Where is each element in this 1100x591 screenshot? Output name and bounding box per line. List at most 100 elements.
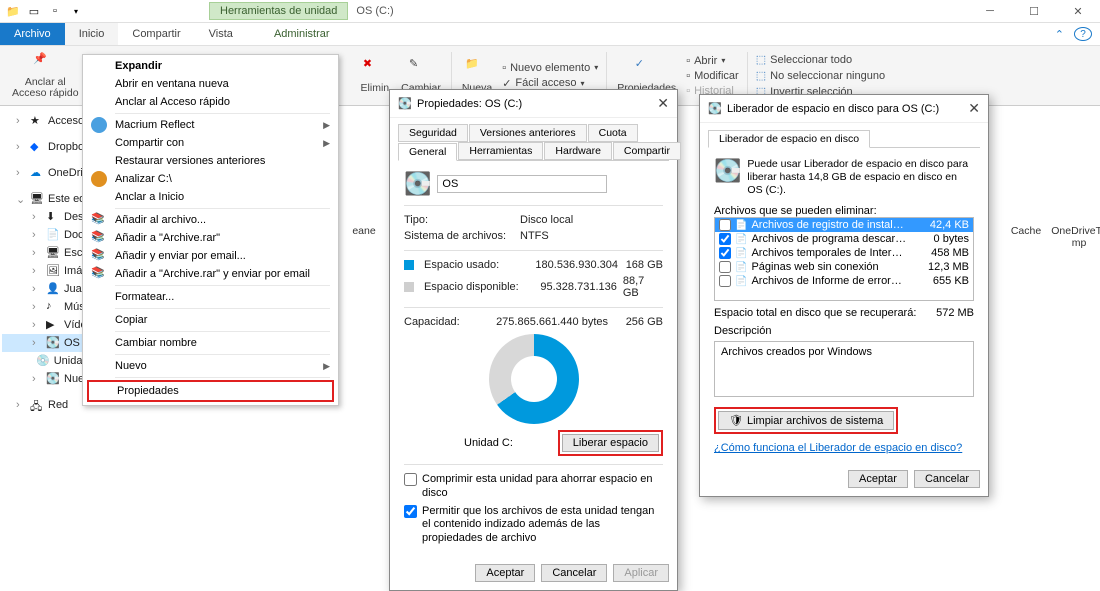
titlebar: 📁 ▭ ▫ ▾ Herramientas de unidad OS (C:) ─… (0, 0, 1100, 23)
help-icon[interactable]: ? (1074, 27, 1092, 41)
cleanup-list[interactable]: 📄Archivos de registro de instalación42,4… (714, 217, 974, 301)
cancel-button[interactable]: Cancelar (541, 564, 607, 582)
properties-icon[interactable]: ▭ (25, 2, 43, 20)
ctx-pin-quick[interactable]: Anclar al Acceso rápido (83, 93, 338, 111)
tab-general[interactable]: General (398, 143, 457, 161)
ctx-new[interactable]: Nuevo▶ (83, 357, 338, 375)
pin-button[interactable]: 📌 Anclar al Acceso rápido (12, 52, 79, 99)
ctx-expand[interactable]: Expandir (83, 57, 338, 75)
edit-button[interactable]: ▫Modificar (682, 69, 743, 83)
ctx-add-archive-rar[interactable]: 📚Añadir a "Archive.rar" (83, 229, 338, 247)
new-item-button[interactable]: ▫Nuevo elemento▾ (498, 61, 602, 75)
ctx-scan[interactable]: Analizar C:\ (83, 170, 338, 188)
disk-cleanup-dialog: 💽 Liberador de espacio en disco para OS … (699, 94, 989, 497)
ctx-rename[interactable]: Cambiar nombre (83, 334, 338, 352)
tab-cleanup[interactable]: Liberador de espacio en disco (708, 130, 870, 148)
ctx-copy[interactable]: Copiar (83, 311, 338, 329)
item-size: 12,3 MB (928, 261, 969, 273)
ok-button[interactable]: Aceptar (475, 564, 535, 582)
item-checkbox[interactable] (719, 247, 731, 259)
item-checkbox[interactable] (719, 233, 731, 245)
desktop-icon: 🖥 (46, 246, 60, 260)
item-checkbox[interactable] (719, 219, 731, 231)
tab-tools[interactable]: Herramientas (458, 142, 543, 160)
ctx-properties[interactable]: Propiedades (87, 380, 334, 402)
ok-button[interactable]: Aceptar (848, 470, 908, 488)
item-checkbox[interactable] (719, 275, 731, 287)
compress-checkbox[interactable]: Comprimir esta unidad para ahorrar espac… (404, 471, 663, 503)
desc-box: Archivos creados por Windows (714, 341, 974, 397)
new-item-icon: ▫ (502, 62, 506, 74)
ribbon-collapse-icon[interactable]: ⌃ (1047, 23, 1072, 45)
rar-icon: 📚 (91, 230, 107, 246)
item-label: Archivos de registro de instalación (751, 219, 906, 231)
close-button[interactable]: ✕ (1056, 0, 1100, 23)
ctx-add-email[interactable]: 📚Añadir y enviar por email... (83, 247, 338, 265)
properties-titlebar[interactable]: 💽 Propiedades: OS (C:) ✕ (390, 90, 677, 118)
ctx-open-new-window[interactable]: Abrir en ventana nueva (83, 75, 338, 93)
open-button[interactable]: ▫Abrir▾ (682, 54, 743, 68)
delete-button[interactable]: ✖Elimin (361, 57, 390, 94)
pin-label: Anclar al Acceso rápido (12, 77, 79, 99)
star-icon: ★ (30, 114, 44, 128)
help-link[interactable]: ¿Cómo funciona el Liberador de espacio e… (714, 442, 962, 454)
tab-quota[interactable]: Cuota (588, 124, 638, 142)
cleanup-icon: 💽 (708, 102, 722, 116)
select-all-icon: ⬚ (756, 53, 766, 66)
rename-icon: ✎ (409, 57, 433, 81)
ctx-format[interactable]: Formatear... (83, 288, 338, 306)
item-label: Archivos de Informe de errores de Win... (751, 275, 906, 287)
item-checkbox[interactable] (719, 261, 731, 273)
macrium-icon (91, 117, 107, 133)
index-checkbox[interactable]: Permitir que los archivos de esta unidad… (404, 503, 663, 548)
new-folder-icon: 📁 (465, 57, 489, 81)
tab-file[interactable]: Archivo (0, 23, 65, 45)
ctx-macrium[interactable]: Macrium Reflect▶ (83, 116, 338, 134)
tab-share[interactable]: Compartir (613, 142, 681, 160)
ctx-share-with[interactable]: Compartir con▶ (83, 134, 338, 152)
tab-prev[interactable]: Versiones anteriores (469, 124, 587, 142)
properties-icon: ✓ (635, 57, 659, 81)
disk-cleanup-button[interactable]: Liberar espacio (562, 434, 659, 452)
list-item[interactable]: 📄Páginas web sin conexión12,3 MB (715, 260, 973, 274)
cleanup-big-icon: 💽 (714, 158, 741, 184)
apply-button[interactable]: Aplicar (613, 564, 669, 582)
folder-icon: 📁 (4, 2, 22, 20)
minimize-button[interactable]: ─ (968, 0, 1012, 23)
list-item[interactable]: 📄Archivos temporales de Internet458 MB (715, 246, 973, 260)
tab-view[interactable]: Vista (195, 23, 247, 45)
close-icon[interactable]: ✕ (657, 95, 669, 112)
shield-icon: 🛡 (729, 414, 743, 427)
close-icon[interactable]: ✕ (968, 100, 980, 117)
ctx-add-rar-email[interactable]: 📚Añadir a "Archive.rar" y enviar por ema… (83, 265, 338, 283)
cleanup-titlebar[interactable]: 💽 Liberador de espacio en disco para OS … (700, 95, 988, 123)
new-folder-icon[interactable]: ▫ (46, 2, 64, 20)
dropbox-icon: ◆ (30, 140, 44, 154)
select-none-icon: ⬚ (756, 69, 766, 82)
ctx-pin-start[interactable]: Anclar a Inicio (83, 188, 338, 206)
tab-share[interactable]: Compartir (118, 23, 194, 45)
folder-onedrivetemp[interactable]: OneDriveTe mp (1044, 176, 1100, 249)
clean-system-files-button[interactable]: 🛡Limpiar archivos de sistema (718, 411, 894, 430)
tab-hardware[interactable]: Hardware (544, 142, 612, 160)
maximize-button[interactable]: ☐ (1012, 0, 1056, 23)
tab-manage[interactable]: Administrar (260, 23, 344, 45)
ctx-restore-prev[interactable]: Restaurar versiones anteriores (83, 152, 338, 170)
qat-dropdown-icon[interactable]: ▾ (67, 2, 85, 20)
usage-donut (489, 334, 579, 424)
list-item[interactable]: 📄Archivos de Informe de errores de Win..… (715, 274, 973, 288)
desc-label: Descripción (714, 325, 974, 337)
cancel-button[interactable]: Cancelar (914, 470, 980, 488)
ribbon-tabs: Archivo Inicio Compartir Vista Administr… (0, 23, 1100, 46)
ctx-add-archive[interactable]: 📚Añadir al archivo... (83, 211, 338, 229)
tab-security[interactable]: Seguridad (398, 124, 468, 142)
tab-home[interactable]: Inicio (65, 23, 119, 45)
properties-dialog: 💽 Propiedades: OS (C:) ✕ Seguridad Versi… (389, 89, 678, 591)
select-all-button[interactable]: ⬚Seleccionar todo (752, 52, 889, 67)
select-none-button[interactable]: ⬚No seleccionar ninguno (752, 68, 889, 83)
list-item[interactable]: 📄Archivos de programa descargados0 bytes (715, 232, 973, 246)
volume-name-input[interactable] (437, 175, 607, 193)
list-item[interactable]: 📄Archivos de registro de instalación42,4… (715, 218, 973, 232)
file-type-icon: 📄 (735, 220, 747, 231)
delete-icon: ✖ (363, 57, 387, 81)
